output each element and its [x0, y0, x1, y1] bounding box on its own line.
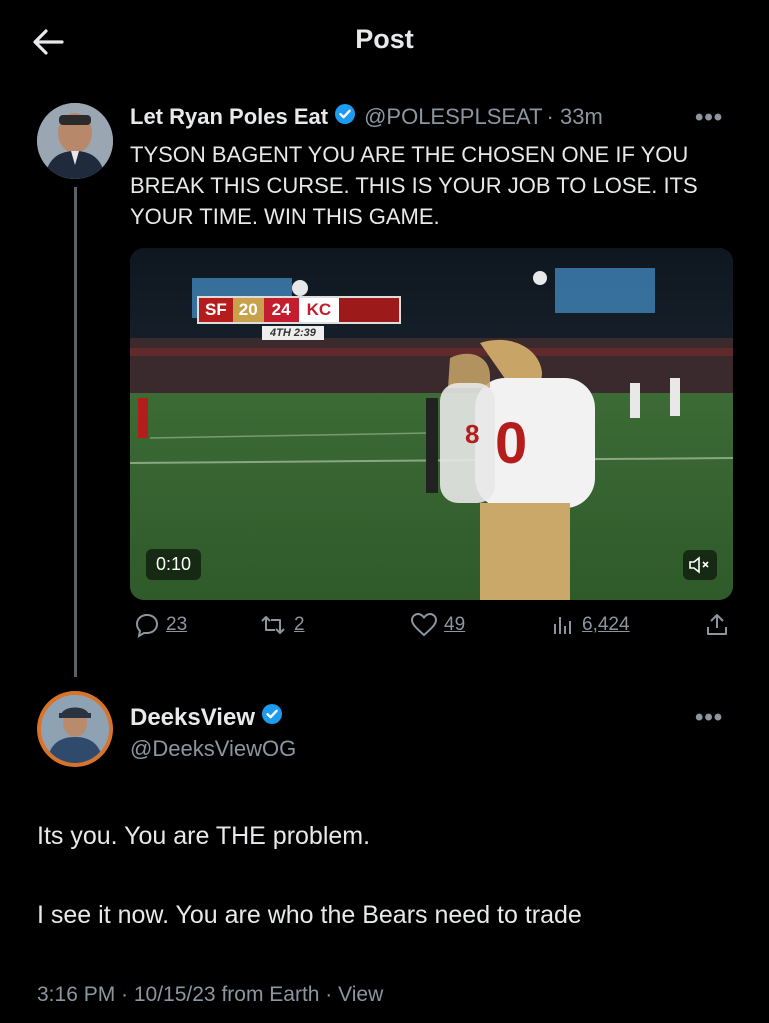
game-clock: 4TH 2:39 [262, 326, 324, 340]
top-bar: Post [0, 0, 769, 82]
more-options-icon[interactable]: ••• [695, 104, 723, 132]
score-bug: SF 20 24 KC [197, 296, 401, 324]
reply-text-line1: Its you. You are THE problem. [37, 822, 371, 850]
heart-icon [410, 612, 438, 637]
team2-score: 24 [263, 298, 299, 322]
author-name[interactable]: Let Ryan Poles Eat [130, 104, 328, 130]
thread-connector [74, 187, 77, 677]
page-title: Post [355, 24, 414, 54]
post-actions: 23 2 49 6,424 [130, 612, 733, 648]
like-button[interactable]: 49 [410, 612, 465, 638]
team1-score: 20 [232, 298, 264, 322]
avatar[interactable] [37, 691, 113, 767]
reply-count: 23 [166, 614, 188, 635]
post-metadata: 3:16 PM · 10/15/23 from Earth · View [37, 983, 384, 1006]
repost-button[interactable]: 2 [258, 612, 305, 638]
video-duration: 0:10 [146, 549, 202, 580]
reply-button[interactable]: 23 [134, 612, 187, 638]
author-handle[interactable]: @DeeksViewOG [130, 736, 296, 762]
repost-icon [261, 616, 285, 634]
view-count: 6,424 [582, 614, 630, 635]
like-count: 49 [444, 614, 466, 635]
repost-count: 2 [294, 614, 305, 635]
views-button[interactable]: 6,424 [550, 612, 630, 638]
quoted-post-text: TYSON BAGENT YOU ARE THE CHOSEN ONE IF Y… [130, 142, 698, 229]
share-icon [707, 614, 727, 635]
svg-text:8: 8 [465, 419, 479, 449]
author-name[interactable]: DeeksView [130, 704, 255, 732]
reply-handle-row: @DeeksViewOG [130, 736, 296, 762]
views-icon [554, 617, 571, 634]
svg-text:0: 0 [495, 411, 527, 476]
share-button[interactable] [704, 612, 736, 638]
reply-icon [135, 613, 159, 638]
more-options-icon[interactable]: ••• [695, 704, 723, 732]
reply-text-line2: I see it now. You are who the Bears need… [37, 901, 582, 929]
team1-label: SF [199, 298, 233, 322]
quoted-post-header: Let Ryan Poles Eat @POLESPLSEAT · 33m [130, 103, 603, 131]
verified-badge-icon [261, 703, 283, 732]
verified-badge-icon [334, 103, 356, 131]
reply-post-header: DeeksView [130, 703, 283, 732]
author-handle[interactable]: @POLESPLSEAT [364, 104, 542, 130]
avatar[interactable] [37, 103, 113, 179]
post-time: · 33m [546, 104, 603, 129]
team2-label: KC [298, 298, 340, 322]
mute-icon[interactable] [683, 550, 717, 580]
